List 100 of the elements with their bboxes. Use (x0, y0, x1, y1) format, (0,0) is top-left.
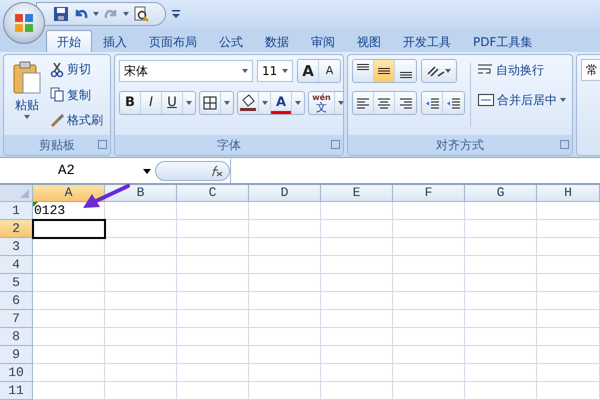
column-header[interactable]: G (465, 185, 537, 202)
column-header[interactable]: A (33, 185, 105, 202)
grid-cell[interactable] (465, 220, 537, 238)
italic-button[interactable]: I (141, 92, 162, 114)
grid-cell[interactable] (177, 256, 249, 274)
grid-cell[interactable] (105, 382, 177, 400)
underline-button[interactable]: U (162, 92, 183, 114)
grid-cell[interactable] (105, 256, 177, 274)
row-header[interactable]: 3 (0, 238, 33, 256)
grid-cell[interactable] (537, 292, 600, 310)
row-header[interactable]: 7 (0, 310, 33, 328)
grid-cell[interactable] (105, 346, 177, 364)
grid-cell[interactable] (393, 292, 465, 310)
grid-cell[interactable] (465, 256, 537, 274)
grid-cell[interactable] (249, 202, 321, 220)
grid-cell[interactable] (249, 310, 321, 328)
column-header[interactable]: E (321, 185, 393, 202)
ribbon-tab[interactable]: 开始 (46, 30, 92, 52)
caret-icon[interactable] (242, 69, 248, 73)
select-all-button[interactable] (0, 185, 33, 202)
grid-cell[interactable] (249, 364, 321, 382)
grid-cell[interactable] (537, 202, 600, 220)
row-header[interactable]: 9 (0, 346, 33, 364)
grid-cell[interactable] (249, 292, 321, 310)
column-header[interactable]: D (249, 185, 321, 202)
caret-icon[interactable] (282, 69, 288, 73)
grid-cell[interactable] (249, 274, 321, 292)
grid-cell[interactable] (105, 238, 177, 256)
grid-cell[interactable] (105, 292, 177, 310)
row-header[interactable]: 1 (0, 202, 33, 220)
grid-cell[interactable] (177, 238, 249, 256)
grid-cell[interactable] (465, 238, 537, 256)
ribbon-tab[interactable]: PDF工具集 (462, 30, 544, 52)
grid-cell[interactable] (393, 328, 465, 346)
column-header[interactable]: C (177, 185, 249, 202)
row-header[interactable]: 4 (0, 256, 33, 274)
grid-cell[interactable] (393, 310, 465, 328)
grid-cell[interactable] (537, 256, 600, 274)
grid-cell[interactable] (177, 346, 249, 364)
grid-cell[interactable] (33, 346, 105, 364)
fill-color-button[interactable] (238, 92, 259, 114)
ribbon-tab[interactable]: 审阅 (300, 30, 346, 52)
grid-cell[interactable] (105, 364, 177, 382)
grid-cell[interactable] (465, 346, 537, 364)
grid-cell[interactable] (249, 382, 321, 400)
grid-cell[interactable] (465, 292, 537, 310)
grid-cell[interactable] (33, 256, 105, 274)
grid-cell[interactable] (321, 310, 393, 328)
row-header[interactable]: 11 (0, 382, 33, 400)
ribbon-tab[interactable]: 开发工具 (392, 30, 462, 52)
grid-cell[interactable] (33, 328, 105, 346)
grid-cell[interactable] (177, 310, 249, 328)
grid-cell[interactable] (177, 202, 249, 220)
grid-cell[interactable] (33, 364, 105, 382)
grid-cell[interactable] (321, 202, 393, 220)
grid-cell[interactable] (465, 202, 537, 220)
paste-button[interactable]: 粘贴 (8, 59, 46, 135)
grid-cell[interactable] (537, 238, 600, 256)
number-format-combo[interactable]: 常 (581, 59, 600, 81)
grid-cell[interactable] (537, 382, 600, 400)
grid-cell[interactable] (105, 202, 177, 220)
grid-cell[interactable] (393, 274, 465, 292)
grid-cell[interactable] (321, 274, 393, 292)
grid-cell[interactable] (537, 364, 600, 382)
grid-cell[interactable] (249, 328, 321, 346)
row-header[interactable]: 8 (0, 328, 33, 346)
shrink-font-button[interactable]: A (319, 60, 340, 82)
grid-cell[interactable] (177, 274, 249, 292)
clipboard-button[interactable]: 剪切 (48, 59, 105, 80)
grid-cell[interactable] (537, 346, 600, 364)
grid-cell[interactable] (465, 328, 537, 346)
clipboard-button[interactable]: 复制 (48, 84, 105, 106)
bold-button[interactable]: B (120, 92, 141, 114)
grid-cell[interactable] (393, 346, 465, 364)
grid-cell[interactable] (393, 256, 465, 274)
merge-center-button[interactable]: 合并后居中 (476, 89, 568, 111)
active-cell[interactable] (33, 220, 105, 238)
grid-cell[interactable] (537, 274, 600, 292)
column-header[interactable]: H (537, 185, 600, 202)
grid-cell[interactable] (321, 382, 393, 400)
grid-cell[interactable] (465, 310, 537, 328)
grid-cell[interactable] (177, 220, 249, 238)
grid-cell[interactable] (537, 220, 600, 238)
grid-cell[interactable] (537, 328, 600, 346)
wrap-text-button[interactable]: 自动换行 (476, 59, 568, 81)
row-header[interactable]: 2 (0, 220, 33, 238)
grid-cell[interactable] (105, 274, 177, 292)
print-preview-icon[interactable] (133, 6, 149, 22)
grid-cell[interactable] (321, 292, 393, 310)
ribbon-tab[interactable]: 插入 (92, 30, 138, 52)
grid-cell[interactable] (321, 238, 393, 256)
grid-cell[interactable] (33, 292, 105, 310)
row-header[interactable]: 5 (0, 274, 33, 292)
grid-cell[interactable] (393, 364, 465, 382)
grid-cell[interactable] (105, 220, 177, 238)
font-name-combo[interactable]: 宋体 (119, 60, 253, 82)
dialog-launcher-icon[interactable] (331, 140, 340, 149)
ribbon-tab[interactable]: 数据 (254, 30, 300, 52)
clipboard-button[interactable]: 格式刷 (48, 110, 105, 131)
grid-cell[interactable] (393, 220, 465, 238)
